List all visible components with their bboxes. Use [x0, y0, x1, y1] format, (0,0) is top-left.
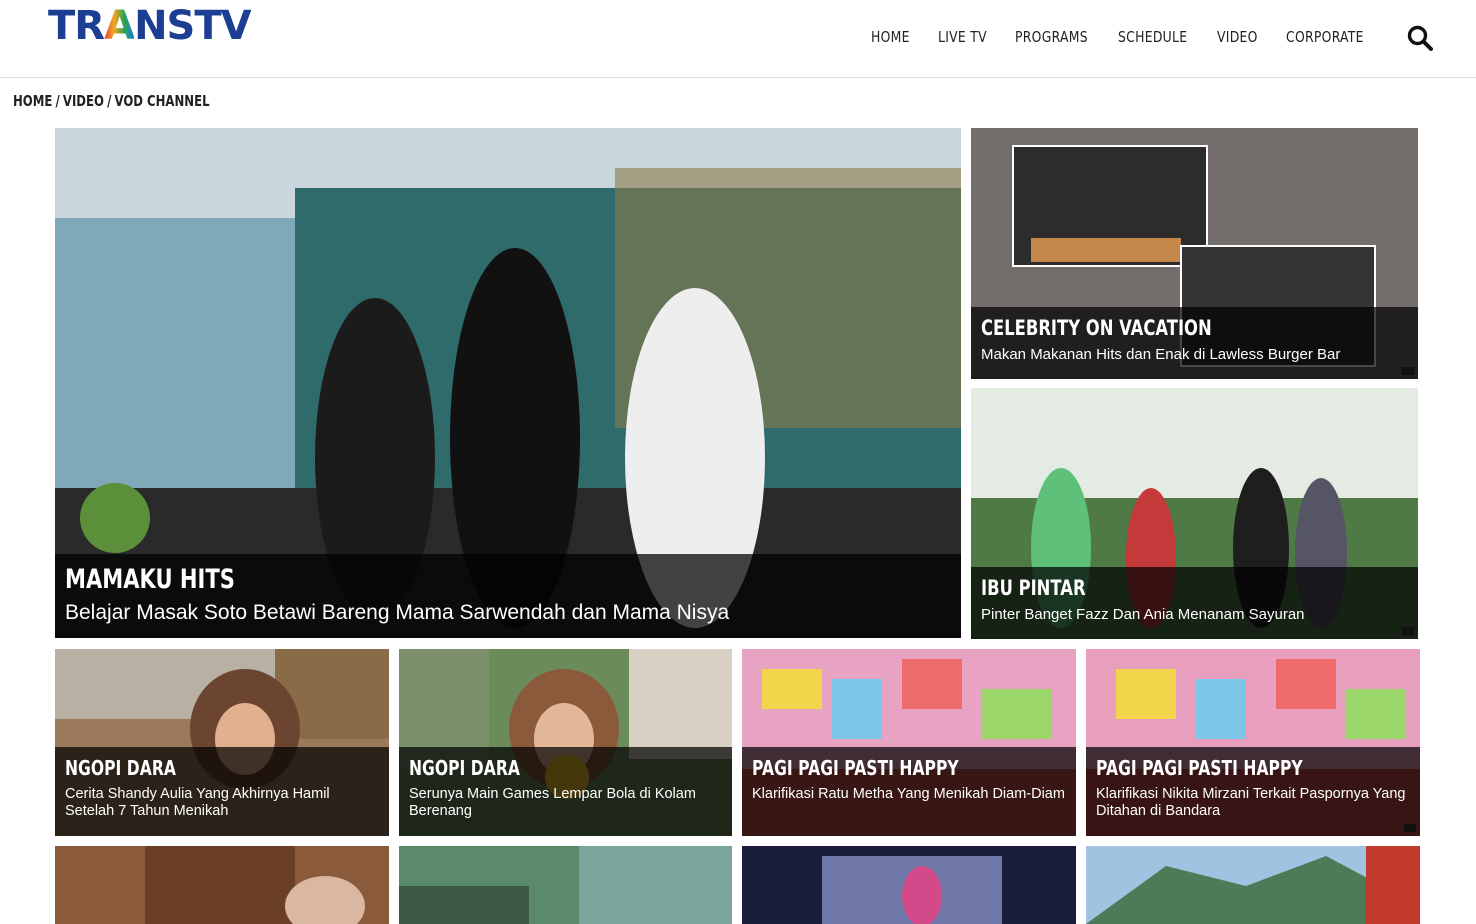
- featured-video-card[interactable]: MAMAKU HITS Belajar Masak Soto Betawi Ba…: [55, 128, 961, 638]
- grid-video-card[interactable]: [55, 846, 389, 924]
- grid-program-name: NGOPI DARA: [409, 756, 520, 780]
- grid-video-card[interactable]: NGOPI DARA Serunya Main Games Lempar Bol…: [399, 649, 732, 836]
- grid-caption: PAGI PAGI PASTI HAPPY Klarifikasi Nikita…: [1086, 747, 1420, 836]
- corner-badge: [1402, 367, 1414, 375]
- grid-thumbnail: [742, 846, 1076, 924]
- main-nav: HOME LIVE TV PROGRAMS SCHEDULE VIDEO COR…: [871, 28, 1370, 46]
- featured-program-name: MAMAKU HITS: [65, 564, 235, 595]
- transtv-logo[interactable]: TRANSTV: [48, 3, 252, 49]
- logo-wordmark: TRANSTV: [48, 3, 252, 49]
- grid-caption: PAGI PAGI PASTI HAPPY Klarifikasi Ratu M…: [742, 747, 1076, 836]
- side-video-card[interactable]: IBU PINTAR Pinter Banget Fazz Dan Ania M…: [971, 388, 1418, 639]
- breadcrumb-video[interactable]: VIDEO: [63, 92, 104, 110]
- nav-corporate[interactable]: CORPORATE: [1286, 28, 1364, 46]
- nav-live-tv[interactable]: LIVE TV: [938, 28, 987, 46]
- grid-video-title: Cerita Shandy Aulia Yang Akhirnya Hamil …: [65, 786, 330, 819]
- search-icon[interactable]: [1406, 24, 1434, 52]
- featured-video-title: Belajar Masak Soto Betawi Bareng Mama Sa…: [65, 601, 730, 624]
- grid-program-name: NGOPI DARA: [65, 756, 176, 780]
- side-caption: CELEBRITY ON VACATION Makan Makanan Hits…: [971, 307, 1418, 379]
- grid-thumbnail: [55, 846, 389, 924]
- grid-thumbnail: [1086, 846, 1420, 924]
- side-caption: IBU PINTAR Pinter Banget Fazz Dan Ania M…: [971, 567, 1418, 639]
- side-video-title: Makan Makanan Hits dan Enak di Lawless B…: [981, 346, 1341, 363]
- grid-video-card[interactable]: PAGI PAGI PASTI HAPPY Klarifikasi Ratu M…: [742, 649, 1076, 836]
- grid-video-card[interactable]: [399, 846, 732, 924]
- grid-video-card[interactable]: [742, 846, 1076, 924]
- corner-badge: [1402, 627, 1414, 635]
- breadcrumb-home[interactable]: HOME: [13, 92, 52, 110]
- grid-video-title: Klarifikasi Ratu Metha Yang Menikah Diam…: [752, 786, 1065, 802]
- featured-caption: MAMAKU HITS Belajar Masak Soto Betawi Ba…: [55, 554, 961, 638]
- breadcrumb: HOME / VIDEO / VOD CHANNEL: [13, 92, 210, 110]
- grid-video-card[interactable]: NGOPI DARA Cerita Shandy Aulia Yang Akhi…: [55, 649, 389, 836]
- breadcrumb-separator: /: [107, 92, 112, 110]
- side-program-name: CELEBRITY ON VACATION: [981, 316, 1212, 340]
- side-video-title: Pinter Banget Fazz Dan Ania Menanam Sayu…: [981, 606, 1305, 623]
- grid-video-card[interactable]: [1086, 846, 1420, 924]
- nav-programs[interactable]: PROGRAMS: [1015, 28, 1088, 46]
- grid-video-card[interactable]: PAGI PAGI PASTI HAPPY Klarifikasi Nikita…: [1086, 649, 1420, 836]
- breadcrumb-current: VOD CHANNEL: [114, 92, 210, 110]
- side-video-card[interactable]: CELEBRITY ON VACATION Makan Makanan Hits…: [971, 128, 1418, 379]
- nav-schedule[interactable]: SCHEDULE: [1118, 28, 1187, 46]
- nav-home[interactable]: HOME: [871, 28, 910, 46]
- nav-video[interactable]: VIDEO: [1217, 28, 1258, 46]
- grid-program-name: PAGI PAGI PASTI HAPPY: [752, 756, 959, 780]
- breadcrumb-separator: /: [55, 92, 60, 110]
- grid-program-name: PAGI PAGI PASTI HAPPY: [1096, 756, 1303, 780]
- grid-thumbnail: [399, 846, 732, 924]
- grid-video-title: Serunya Main Games Lempar Bola di Kolam …: [409, 786, 696, 819]
- grid-video-title: Klarifikasi Nikita Mirzani Terkait Paspo…: [1096, 786, 1406, 819]
- site-header: TRANSTV HOME LIVE TV PROGRAMS SCHEDULE V…: [0, 0, 1476, 78]
- grid-caption: NGOPI DARA Cerita Shandy Aulia Yang Akhi…: [55, 747, 389, 836]
- corner-badge: [1404, 824, 1416, 832]
- grid-caption: NGOPI DARA Serunya Main Games Lempar Bol…: [399, 747, 732, 836]
- side-program-name: IBU PINTAR: [981, 576, 1086, 600]
